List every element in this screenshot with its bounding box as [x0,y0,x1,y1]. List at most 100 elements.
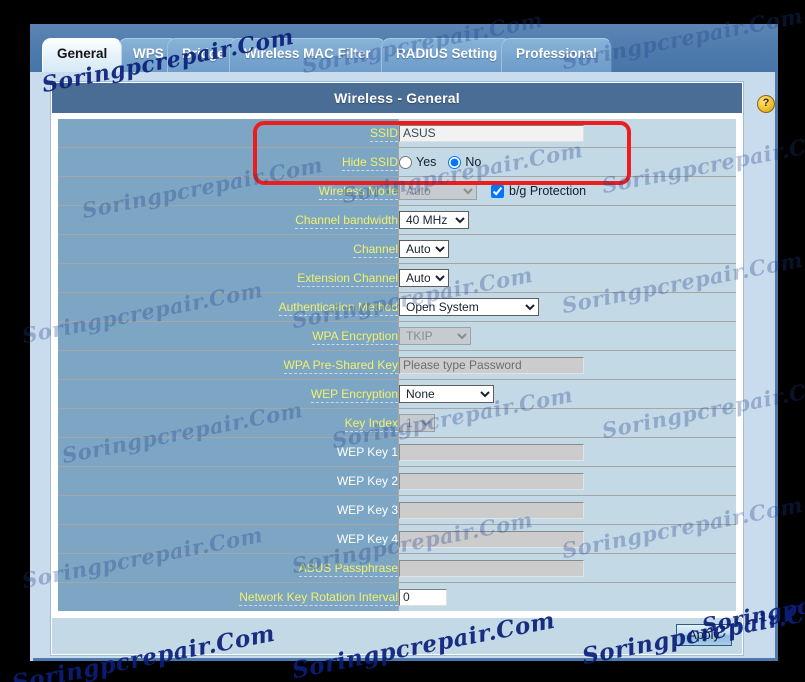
row-wireless-mode: Wireless Mode Auto b/g Protection [58,176,736,206]
value-cell-wep-encryption: None [398,379,736,409]
tab-professional[interactable]: Professional [501,38,613,72]
row-network-key-rotation-interval: Network Key Rotation Interval [58,582,736,611]
tab-bridge-label: Bridge [182,46,225,61]
wep-key-4-input[interactable] [399,530,584,548]
key-index-select[interactable]: 1 [399,414,435,432]
hide-ssid-yes-label: Yes [416,155,437,169]
tab-wps-label: WPS [133,46,164,61]
channel-select[interactable]: Auto [399,240,449,258]
label-asus-passphrase[interactable]: ASUS Passphrase [298,561,398,577]
row-extension-channel: Extension Channel Auto [58,263,736,293]
label-cell-wep-key-3: WEP Key 3 [58,495,399,525]
label-cell-wpa-preshared-key: WPA Pre-Shared Key [58,350,399,380]
row-wep-key-3: WEP Key 3 [58,495,736,525]
tab-radius-setting[interactable]: RADIUS Setting [381,38,513,72]
page-title: Wireless - General [52,83,742,113]
label-cell-ssid: SSID [58,119,399,148]
label-key-index[interactable]: Key Index [344,416,398,432]
row-wpa-preshared-key: WPA Pre-Shared Key [58,350,736,380]
value-cell-channel: Auto [398,234,736,264]
bg-protection-checkbox[interactable] [491,184,504,198]
extension-channel-select[interactable]: Auto [399,269,449,287]
label-wep-encryption[interactable]: WEP Encryption [310,387,398,403]
label-cell-network-key-rotation-interval: Network Key Rotation Interval [58,582,399,611]
bg-protection-checkbox-wrap[interactable]: b/g Protection [491,184,586,198]
row-key-index: Key Index 1 [58,408,736,438]
row-hide-ssid: Hide SSID Yes No [58,147,736,177]
label-ssid[interactable]: SSID [369,126,398,142]
label-cell-wep-encryption: WEP Encryption [58,379,399,409]
label-network-key-rotation-interval[interactable]: Network Key Rotation Interval [239,590,398,606]
content-area: Wireless - General SSID ASUS Hide SSID Y… [33,72,775,658]
tab-bar: General WPS Bridge Wireless MAC Filter R… [30,24,778,72]
wep-key-3-input[interactable] [399,501,584,519]
row-authentication-method: Authentication Method Open System [58,292,736,322]
label-wep-key-1: WEP Key 1 [336,445,398,459]
label-wpa-encryption[interactable]: WPA Encryption [312,329,398,345]
hide-ssid-yes-radio[interactable] [399,155,412,169]
network-key-rotation-interval-input[interactable] [399,588,447,606]
ssid-input[interactable] [399,124,584,142]
value-cell-key-index: 1 [398,408,736,438]
row-asus-passphrase: ASUS Passphrase [58,553,736,583]
hide-ssid-no-option[interactable]: No [448,155,481,169]
wireless-mode-select[interactable]: Auto [399,182,477,200]
tab-professional-label: Professional [516,46,598,61]
label-authentication-method[interactable]: Authentication Method [278,300,398,316]
row-channel-bandwidth: Channel bandwidth 40 MHz [58,205,736,235]
tab-wireless-mac-filter-label: Wireless MAC Filter [244,46,371,61]
label-cell-extension-channel: Extension Channel [58,263,399,293]
help-icon[interactable]: ? [757,95,775,113]
label-wep-key-3: WEP Key 3 [336,503,398,517]
label-cell-channel: Channel [58,234,399,264]
value-cell-ssid [398,119,736,148]
channel-bandwidth-select[interactable]: 40 MHz [399,211,469,229]
value-cell-extension-channel: Auto [398,263,736,293]
label-channel[interactable]: Channel [353,242,398,258]
label-cell-wep-key-4: WEP Key 4 [58,524,399,554]
label-channel-bandwidth[interactable]: Channel bandwidth [295,213,398,229]
wep-encryption-select[interactable]: None [399,385,494,403]
wep-key-2-input[interactable] [399,472,584,490]
wpa-encryption-select[interactable]: TKIP [399,327,471,345]
label-cell-wep-key-2: WEP Key 2 [58,466,399,496]
label-wep-key-2: WEP Key 2 [336,474,398,488]
apply-button[interactable]: Apply [676,624,732,646]
tab-radius-setting-label: RADIUS Setting [396,46,498,61]
label-wep-key-4: WEP Key 4 [336,532,398,546]
authentication-method-select[interactable]: Open System [399,298,539,316]
wpa-preshared-key-input[interactable] [399,356,584,374]
wireless-general-panel: Wireless - General SSID ASUS Hide SSID Y… [51,82,743,655]
value-cell-network-key-rotation-interval [398,582,736,611]
row-channel: Channel Auto [58,234,736,264]
label-cell-asus-passphrase: ASUS Passphrase [58,553,399,583]
wep-key-1-input[interactable] [399,443,584,461]
hide-ssid-no-label: No [465,155,482,169]
label-hide-ssid[interactable]: Hide SSID [341,155,398,171]
tab-general-label: General [57,46,108,61]
value-cell-wpa-preshared-key [398,350,736,380]
row-wep-key-1: WEP Key 1 [58,437,736,467]
row-wpa-encryption: WPA Encryption TKIP [58,321,736,351]
row-wep-key-4: WEP Key 4 [58,524,736,554]
asus-passphrase-input[interactable] [399,559,584,577]
value-cell-wireless-mode: Auto b/g Protection [398,176,736,206]
value-cell-wep-key-1 [398,437,736,467]
apply-bar: Apply [52,617,742,654]
label-cell-channel-bandwidth: Channel bandwidth [58,205,399,235]
label-cell-wpa-encryption: WPA Encryption [58,321,399,351]
value-cell-asus-passphrase [398,553,736,583]
value-cell-wpa-encryption: TKIP [398,321,736,351]
hide-ssid-no-radio[interactable] [448,155,462,169]
label-cell-authentication-method: Authentication Method [58,292,399,322]
settings-form: SSID Hide SSID [52,113,742,617]
hide-ssid-yes-option[interactable]: Yes [399,155,436,169]
label-wpa-preshared-key[interactable]: WPA Pre-Shared Key [283,358,398,374]
label-wireless-mode[interactable]: Wireless Mode [318,184,398,200]
tab-wireless-mac-filter[interactable]: Wireless MAC Filter [229,38,386,72]
label-extension-channel[interactable]: Extension Channel [297,271,398,287]
tab-general[interactable]: General [42,38,123,72]
label-cell-wep-key-1: WEP Key 1 [58,437,399,467]
label-cell-key-index: Key Index [58,408,399,438]
value-cell-wep-key-2 [398,466,736,496]
